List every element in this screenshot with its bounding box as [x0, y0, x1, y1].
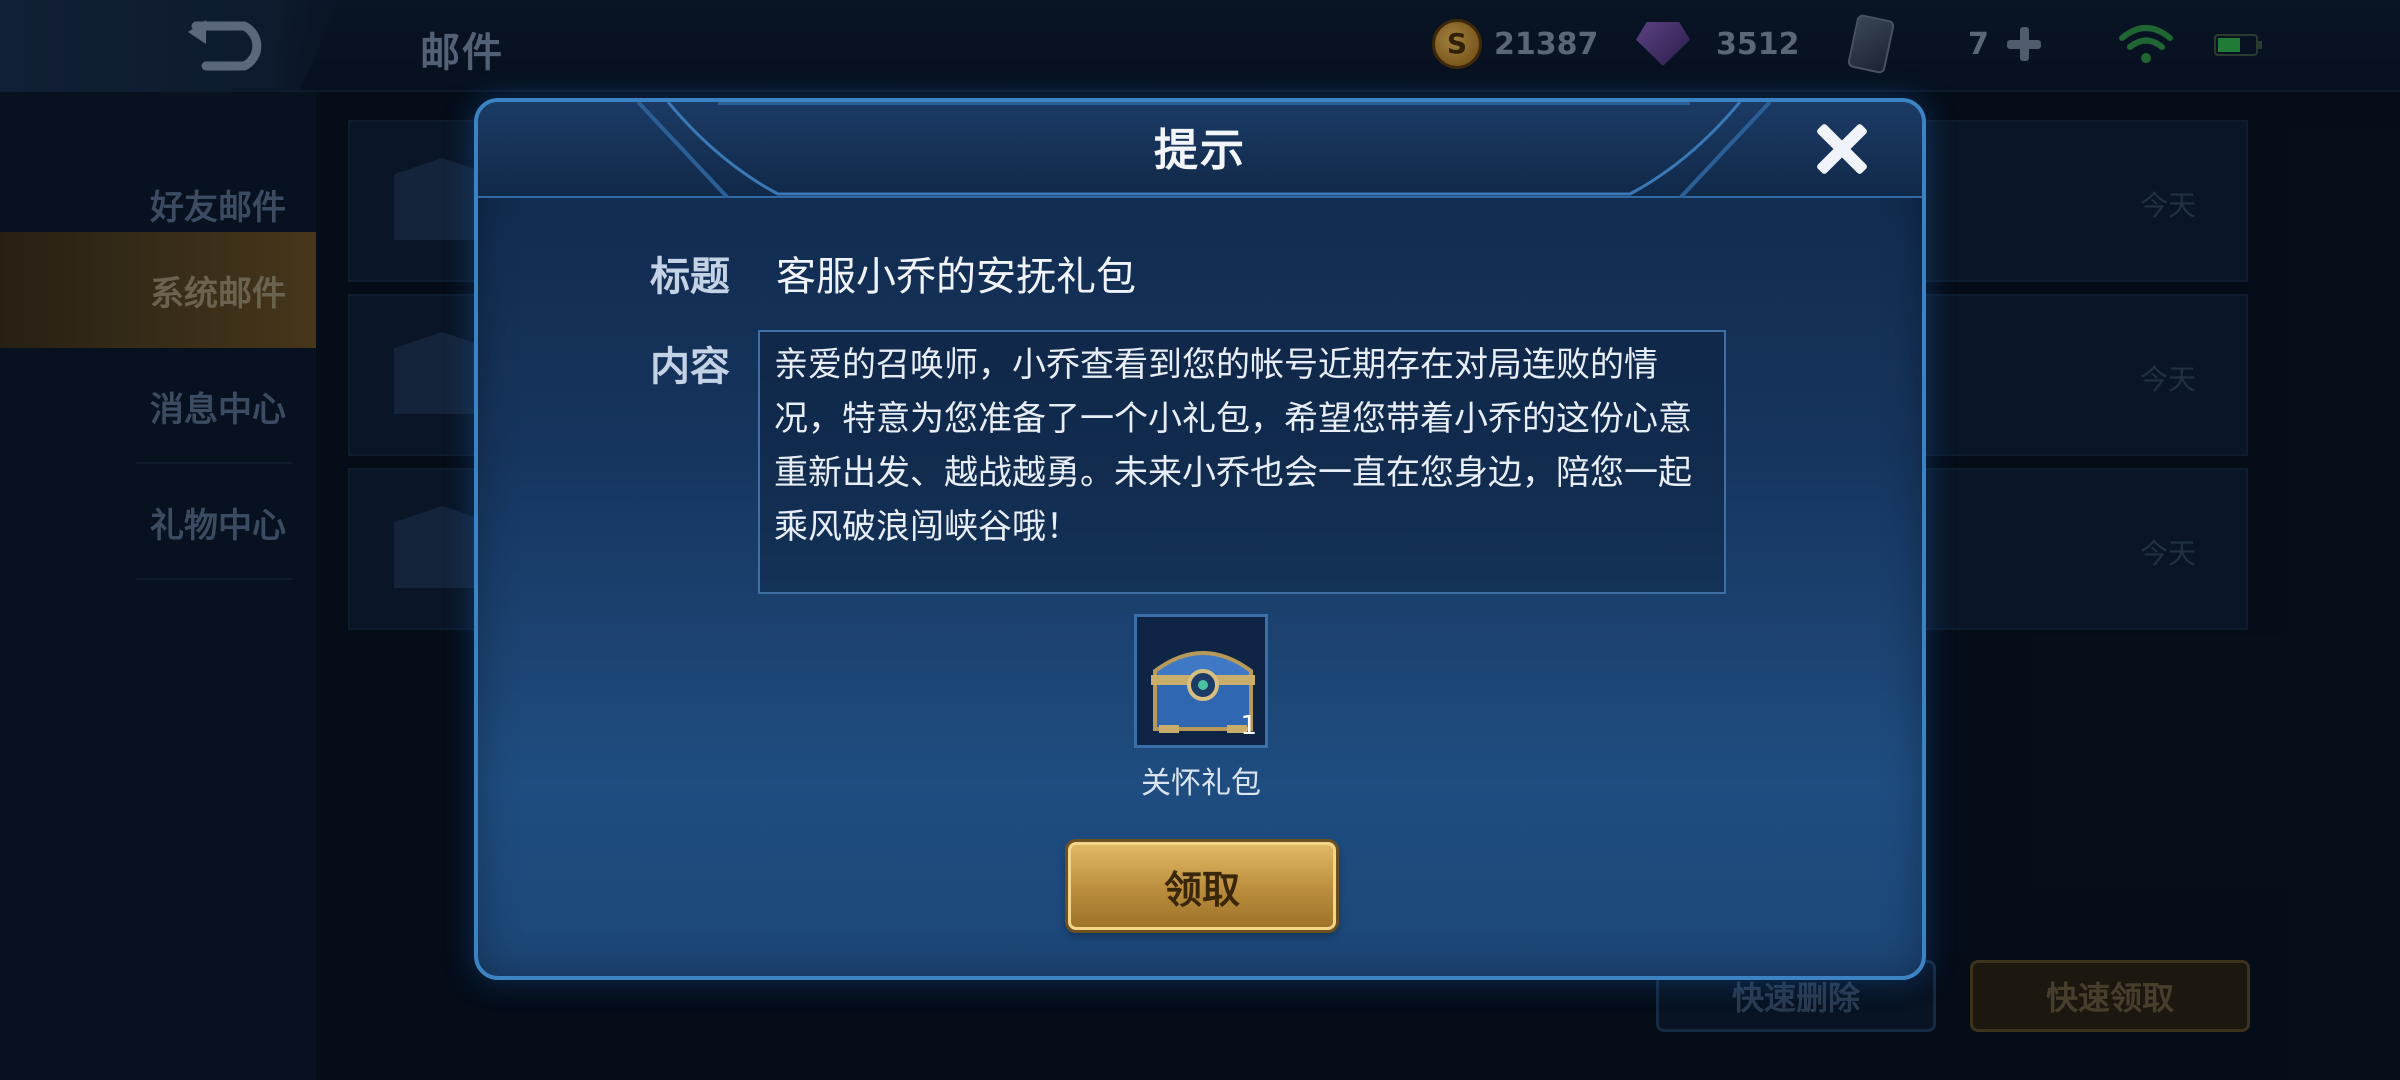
claim-button[interactable]: 领取: [1068, 842, 1336, 930]
dialog-header: 提示: [478, 102, 1922, 198]
mail-content-box[interactable]: 亲爱的召唤师，小乔查看到您的帐号近期存在对局连败的情况，特意为您准备了一个小礼包…: [758, 330, 1726, 594]
title-label: 标题: [650, 254, 730, 300]
close-icon[interactable]: [1808, 116, 1874, 182]
item-count: 1: [1240, 711, 1257, 741]
item-name: 关怀礼包: [1141, 766, 1261, 801]
dialog-title: 提示: [1154, 125, 1246, 176]
mail-subject: 客服小乔的安抚礼包: [776, 254, 1136, 300]
mail-content: 亲爱的召唤师，小乔查看到您的帐号近期存在对局连败的情况，特意为您准备了一个小礼包…: [774, 345, 1692, 547]
reward-item-slot[interactable]: 1: [1134, 614, 1268, 748]
mail-detail-dialog: 提示 标题 客服小乔的安抚礼包 内容 亲爱的召唤师，小乔查看到您的帐号近期存在对…: [474, 98, 1926, 980]
content-label: 内容: [650, 344, 730, 390]
